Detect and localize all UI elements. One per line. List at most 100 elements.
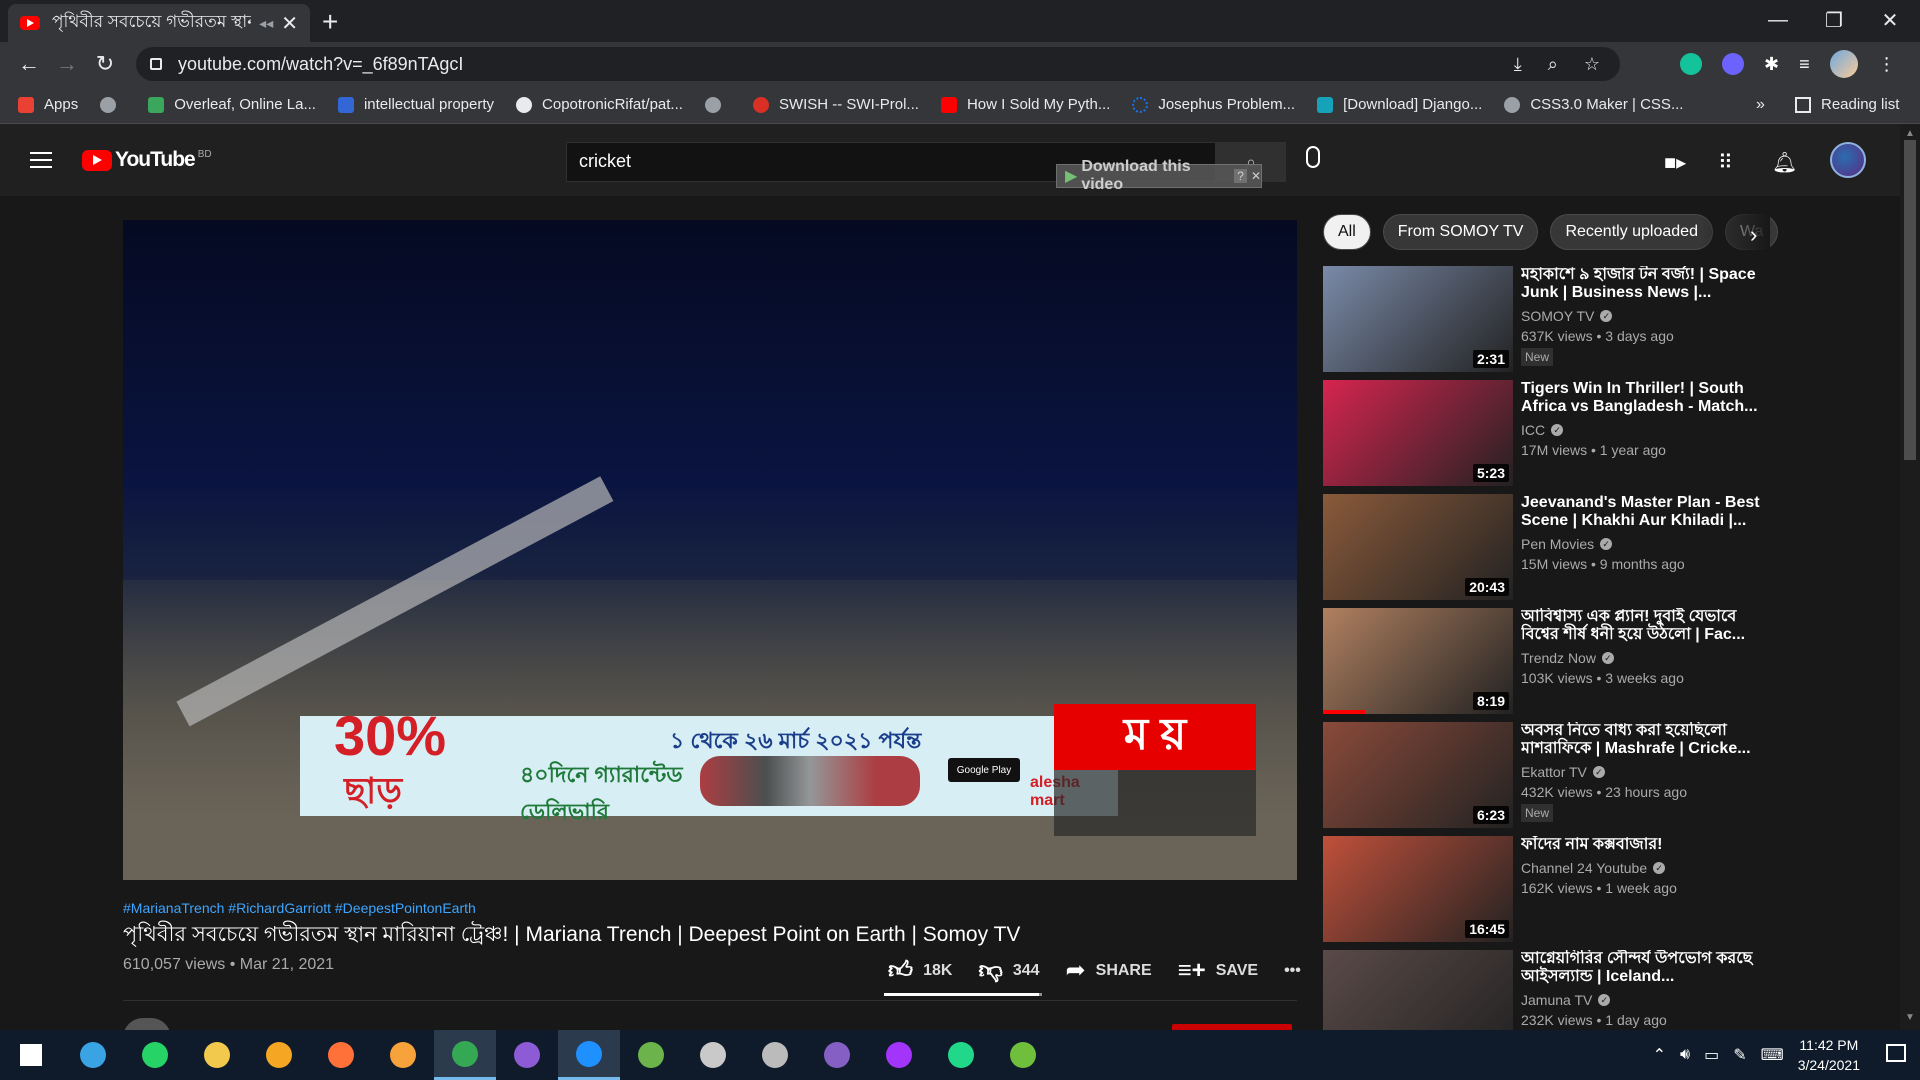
channel-name[interactable]: Ekattor TV ✓ <box>1521 764 1761 780</box>
dislike-button[interactable]: 👎︎ 344 <box>978 957 1039 985</box>
download-help-button[interactable]: ? <box>1234 169 1247 183</box>
taskbar-app[interactable] <box>186 1030 248 1080</box>
menu-icon[interactable] <box>30 152 52 168</box>
share-button[interactable]: ➦ SHARE <box>1066 956 1152 985</box>
bookmark-apps[interactable]: Apps <box>18 96 78 113</box>
bookmark-css3-maker[interactable]: CSS3.0 Maker | CSS... <box>1504 96 1683 113</box>
overlay-ad-banner[interactable]: 30% ছাড় ১ থেকে ২৬ মার্চ ২০২১ পর্যন্ত ৪০… <box>300 708 1118 824</box>
video-title[interactable]: আবিশ্বাস্য এক প্ল্যান! দুবাই যেভাবে বিশ্… <box>1521 608 1761 644</box>
clock[interactable]: 11:42 PM 3/24/2021 <box>1798 1035 1860 1075</box>
taskbar-app[interactable] <box>310 1030 372 1080</box>
taskbar-app[interactable] <box>0 1030 62 1080</box>
notifications-icon[interactable] <box>1886 1044 1906 1062</box>
video-title[interactable]: Jeevanand's Master Plan - Best Scene | K… <box>1521 494 1761 530</box>
install-app-icon[interactable]: ⤓ <box>1514 54 1522 75</box>
bookmark-josephus[interactable]: Josephus Problem... <box>1132 96 1295 113</box>
taskbar-app[interactable] <box>620 1030 682 1080</box>
video-title[interactable]: আগ্নেয়গিরির সৌন্দর্য উপভোগ করছে আইসল্যা… <box>1521 950 1761 986</box>
lock-icon[interactable] <box>150 58 162 70</box>
chevron-up-icon[interactable]: ⌃ <box>1653 1045 1666 1065</box>
browser-tab-active[interactable]: পৃথিবীর সবচেয়ে গভীরতম স্থান ◂◂ ✕ <box>8 4 310 42</box>
close-window-button[interactable]: ✕ <box>1862 0 1918 40</box>
bookmark-star-icon[interactable]: ☆ <box>1584 54 1600 75</box>
account-avatar[interactable] <box>1830 142 1866 178</box>
taskbar-app[interactable] <box>992 1030 1054 1080</box>
taskbar-app[interactable] <box>496 1030 558 1080</box>
video-title[interactable]: ফাঁদের নাম কক্সবাজার! <box>1521 836 1761 854</box>
tab-close-icon[interactable]: ✕ <box>281 11 298 36</box>
video-title[interactable]: অবসর নিতে বাধ্য করা হয়েছিলো মাশরাফিকে |… <box>1521 722 1761 758</box>
scroll-down-icon[interactable]: ▼ <box>1905 1012 1915 1023</box>
download-video-bar[interactable]: ▶ Download this video ? ✕ <box>1056 158 1262 193</box>
taskbar-app[interactable] <box>62 1030 124 1080</box>
browser-menu-icon[interactable]: ⋮ <box>1878 54 1896 75</box>
scrollbar-thumb[interactable] <box>1904 140 1916 460</box>
create-video-icon[interactable]: ■▸ <box>1664 150 1686 175</box>
chevron-right-icon[interactable]: › <box>1750 222 1757 248</box>
bookmark-github[interactable]: CopotronicRifat/pat... <box>516 96 683 113</box>
google-play-badge[interactable]: Google Play <box>948 758 1020 782</box>
back-button[interactable]: ← <box>10 51 48 77</box>
video-thumbnail[interactable]: 20:43 <box>1323 494 1513 600</box>
like-button[interactable]: 👍︎ 18K <box>888 957 952 985</box>
apps-grid-icon[interactable]: ⠿ <box>1718 150 1733 175</box>
video-title[interactable]: মহাকাশে ৯ হাজার টন বর্জ্য! | Space Junk … <box>1521 266 1761 302</box>
taskbar-app[interactable] <box>806 1030 868 1080</box>
channel-name[interactable]: ICC ✓ <box>1521 422 1761 438</box>
microphone-icon[interactable] <box>1306 146 1320 168</box>
grammarly-extension-icon[interactable] <box>1680 53 1702 75</box>
bookmarks-overflow-button[interactable]: » <box>1756 96 1765 114</box>
download-close-icon[interactable]: ✕ <box>1251 169 1261 183</box>
extensions-puzzle-icon[interactable]: ✱ <box>1764 54 1779 75</box>
channel-name[interactable]: SOMOY TV ✓ <box>1521 308 1761 324</box>
channel-name[interactable]: Pen Movies ✓ <box>1521 536 1761 552</box>
new-tab-button[interactable]: + <box>322 6 338 38</box>
bookmark-globe-2[interactable] <box>704 96 731 113</box>
forward-button[interactable]: → <box>48 51 86 77</box>
scroll-up-icon[interactable]: ▲ <box>1905 128 1915 139</box>
channel-name[interactable]: Trendz Now ✓ <box>1521 650 1761 666</box>
channel-name[interactable]: Jamuna TV ✓ <box>1521 992 1761 1008</box>
reading-list-button[interactable]: Reading list <box>1795 96 1899 113</box>
more-actions-button[interactable]: ••• <box>1284 962 1301 980</box>
video-thumbnail[interactable]: 6:23 <box>1323 722 1513 828</box>
chip-recently-uploaded[interactable]: Recently uploaded <box>1550 214 1713 250</box>
video-thumbnail[interactable]: 5:23 <box>1323 380 1513 486</box>
video-thumbnail[interactable]: 2:31 <box>1323 266 1513 372</box>
network-icon[interactable]: ▭ <box>1704 1045 1719 1065</box>
volume-icon[interactable]: 🔊︎ <box>1680 1046 1690 1064</box>
tab-audio-icon[interactable]: ◂◂ <box>259 15 273 32</box>
recommendation-item[interactable]: 20:43 Jeevanand's Master Plan - Best Scen… <box>1323 494 1763 602</box>
chip-all[interactable]: All <box>1323 214 1371 250</box>
channel-name[interactable]: Channel 24 Youtube ✓ <box>1521 860 1761 876</box>
taskbar-app[interactable] <box>434 1030 496 1080</box>
recommendation-item[interactable]: 2:31 মহাকাশে ৯ হাজার টন বর্জ্য! | Space J… <box>1323 266 1763 374</box>
taskbar-app[interactable] <box>868 1030 930 1080</box>
reload-button[interactable]: ↻ <box>86 51 124 77</box>
recommendation-item[interactable]: 8:19 আবিশ্বাস্য এক প্ল্যান! দুবাই যেভাবে … <box>1323 608 1763 716</box>
keyboard-icon[interactable]: ⌨ <box>1761 1045 1784 1065</box>
recommendation-item[interactable]: 5:23 Tigers Win In Thriller! | South Afri… <box>1323 380 1763 488</box>
bookmark-swish[interactable]: SWISH -- SWI-Prol... <box>752 96 919 113</box>
taskbar-app[interactable] <box>744 1030 806 1080</box>
taskbar-app[interactable] <box>930 1030 992 1080</box>
recommendation-item[interactable]: 16:45 ফাঁদের নাম কক্সবাজার! Channel 24 You… <box>1323 836 1763 944</box>
restore-button[interactable]: ❐ <box>1806 0 1862 40</box>
taskbar-app[interactable] <box>124 1030 186 1080</box>
zoom-icon[interactable]: ⌕ <box>1548 54 1558 75</box>
video-title[interactable]: Tigers Win In Thriller! | South Africa v… <box>1521 380 1761 416</box>
taskbar-app[interactable] <box>248 1030 310 1080</box>
video-thumbnail[interactable]: 8:19 <box>1323 608 1513 714</box>
minimize-button[interactable]: — <box>1750 0 1806 40</box>
bookmark-django[interactable]: [Download] Django... <box>1317 96 1482 113</box>
save-button[interactable]: ≡+ SAVE <box>1178 957 1258 985</box>
bookmark-intellectual-property[interactable]: intellectual property <box>337 96 494 113</box>
recommendation-item[interactable]: 6:23 অবসর নিতে বাধ্য করা হয়েছিলো মাশরাফি… <box>1323 722 1763 830</box>
notifications-bell-icon[interactable]: 🔔︎ <box>1772 150 1797 175</box>
youtube-logo[interactable]: YouTube BD <box>82 148 212 172</box>
video-thumbnail[interactable]: 16:45 <box>1323 836 1513 942</box>
chip-from-somoy-tv[interactable]: From SOMOY TV <box>1382 214 1539 250</box>
pen-icon[interactable]: ✎ <box>1733 1045 1746 1065</box>
taskbar-app[interactable] <box>372 1030 434 1080</box>
bookmark-youtube[interactable]: How I Sold My Pyth... <box>940 96 1110 113</box>
